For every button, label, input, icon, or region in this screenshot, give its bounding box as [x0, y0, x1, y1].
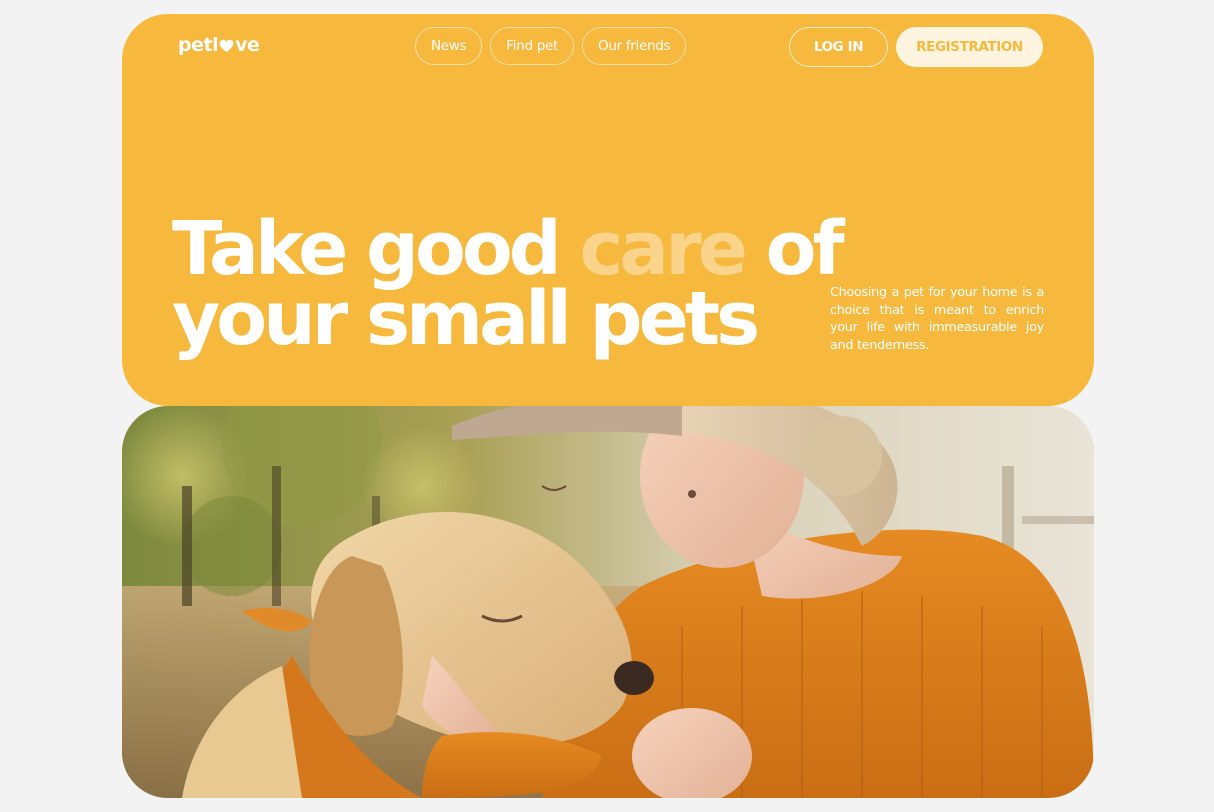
login-button[interactable]: LOG IN — [789, 27, 888, 67]
hero-title-part2: of — [743, 206, 845, 292]
nav-link-news[interactable]: News — [415, 27, 483, 65]
nav-link-our-friends[interactable]: Our friends — [582, 27, 687, 65]
logo-text-prefix: petl — [178, 34, 219, 56]
auth-buttons: LOG IN REGISTRATION — [789, 27, 1043, 67]
nav-link-find-pet[interactable]: Find pet — [490, 27, 574, 65]
hero-title: Take good care of your small pets — [172, 212, 845, 356]
hero-section: petl ve News Find pet Our friends LOG IN… — [122, 14, 1094, 406]
hero-photo-illustration — [122, 406, 1094, 798]
hero-title-line2: your small pets — [172, 276, 760, 362]
registration-button[interactable]: REGISTRATION — [896, 27, 1043, 67]
main-nav: News Find pet Our friends — [415, 27, 687, 65]
logo-text-suffix: ve — [235, 34, 260, 56]
logo[interactable]: petl ve — [178, 34, 260, 56]
hero-description: Choosing a pet for your home is a choice… — [830, 285, 1044, 353]
hero-photo — [122, 406, 1094, 798]
heart-icon — [219, 39, 234, 52]
